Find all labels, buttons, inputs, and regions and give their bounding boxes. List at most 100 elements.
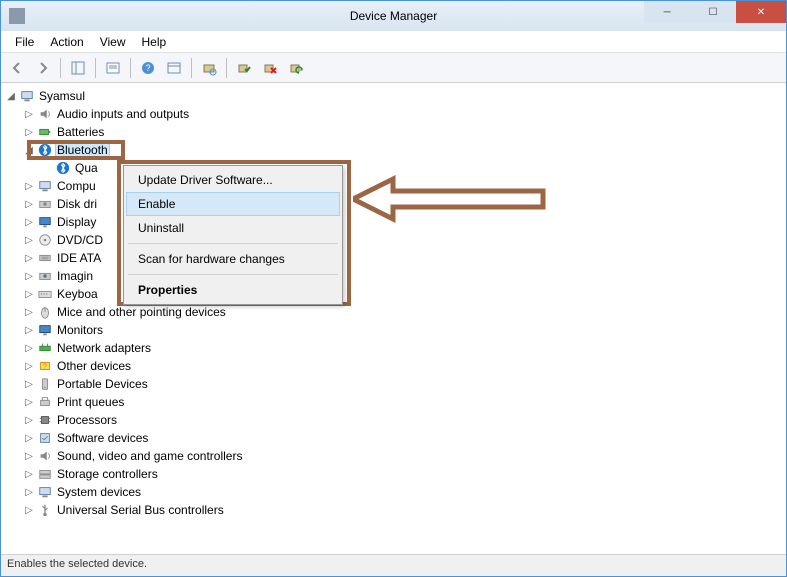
expander-icon[interactable]: ▷ <box>23 451 35 462</box>
mouse-icon <box>37 304 53 320</box>
content-area: ◢Syamsul▷Audio inputs and outputs▷Batter… <box>1 83 786 554</box>
tree-item-label: Universal Serial Bus controllers <box>55 503 226 517</box>
expander-icon[interactable]: ▷ <box>23 487 35 498</box>
statusbar: Enables the selected device. <box>1 554 786 576</box>
tree-item-usb[interactable]: ▷ Universal Serial Bus controllers <box>5 501 782 519</box>
tree-item-sound[interactable]: ▷Sound, video and game controllers <box>5 447 782 465</box>
tree-item-label: Print queues <box>55 395 126 409</box>
expander-icon[interactable]: ▷ <box>23 235 35 246</box>
context-update-driver[interactable]: Update Driver Software... <box>126 168 340 192</box>
close-button[interactable]: ✕ <box>736 1 786 23</box>
show-hide-tree-button[interactable] <box>66 56 90 80</box>
toolbar-separator <box>191 58 192 78</box>
minimize-button[interactable]: ─ <box>644 1 690 23</box>
toolbar-separator <box>95 58 96 78</box>
tree-item-bluetooth[interactable]: Qua <box>5 159 782 177</box>
software-icon <box>37 430 53 446</box>
network-icon <box>37 340 53 356</box>
tree-item-software[interactable]: ▷ Software devices <box>5 429 782 447</box>
tree-item-monitor[interactable]: ▷ Monitors <box>5 321 782 339</box>
tree-item-keyboard[interactable]: ▷ Keyboa <box>5 285 782 303</box>
display-icon <box>37 214 53 230</box>
expander-icon[interactable]: ▷ <box>23 397 35 408</box>
forward-button[interactable] <box>31 56 55 80</box>
tree-item-storage[interactable]: ▷Storage controllers <box>5 465 782 483</box>
tree-item-other[interactable]: ▷?Other devices <box>5 357 782 375</box>
tree-item-cpu[interactable]: ▷Processors <box>5 411 782 429</box>
expander-icon[interactable]: ▷ <box>23 343 35 354</box>
expander-icon[interactable]: ▷ <box>23 181 35 192</box>
context-scan[interactable]: Scan for hardware changes <box>126 247 340 271</box>
system-icon <box>37 484 53 500</box>
status-text: Enables the selected device. <box>7 558 147 570</box>
expander-icon[interactable]: ▷ <box>23 505 35 516</box>
expander-icon[interactable]: ◢ <box>23 145 35 156</box>
tree-item-label: Display <box>55 215 98 229</box>
monitor-icon <box>37 322 53 338</box>
back-button[interactable] <box>5 56 29 80</box>
tree-item-network[interactable]: ▷Network adapters <box>5 339 782 357</box>
expander-icon[interactable]: ▷ <box>23 271 35 282</box>
expander-icon[interactable]: ▷ <box>23 109 35 120</box>
tree-item-label: IDE ATA <box>55 251 103 265</box>
expander-icon[interactable]: ▷ <box>23 469 35 480</box>
menu-help[interactable]: Help <box>134 33 175 51</box>
menu-file[interactable]: File <box>7 33 42 51</box>
menu-view[interactable]: View <box>92 33 134 51</box>
properties-button[interactable] <box>101 56 125 80</box>
tree-item-battery[interactable]: ▷ Batteries <box>5 123 782 141</box>
menu-action[interactable]: Action <box>42 33 91 51</box>
update-driver-button[interactable] <box>284 56 308 80</box>
tree-item-label: Monitors <box>55 323 105 337</box>
enable-button[interactable] <box>232 56 256 80</box>
expander-icon[interactable]: ▷ <box>23 379 35 390</box>
bluetooth-icon <box>37 142 53 158</box>
tree-item-label: Batteries <box>55 125 106 139</box>
uninstall-button[interactable] <box>258 56 282 80</box>
tree-item-label: Keyboa <box>55 287 100 301</box>
tree-item-ide[interactable]: ▷ IDE ATA <box>5 249 782 267</box>
tree-item-display[interactable]: ▷ Display <box>5 213 782 231</box>
tree-item-label: Bluetooth <box>55 142 110 158</box>
tree-item-label: Mice and other pointing devices <box>55 305 228 319</box>
tree-item-label: Software devices <box>55 431 150 445</box>
tree-item-disk[interactable]: ▷Disk dri <box>5 195 782 213</box>
tree-item-system[interactable]: ▷System devices <box>5 483 782 501</box>
tree-item-bluetooth[interactable]: ◢ Bluetooth <box>5 141 782 159</box>
scan-hardware-button[interactable] <box>197 56 221 80</box>
expander-icon[interactable]: ▷ <box>23 325 35 336</box>
expander-icon[interactable]: ▷ <box>23 289 35 300</box>
expander-icon[interactable]: ▷ <box>23 127 35 138</box>
tree-item-imaging[interactable]: ▷ Imagin <box>5 267 782 285</box>
expander-icon[interactable]: ▷ <box>23 361 35 372</box>
sound-icon <box>37 448 53 464</box>
tree-root[interactable]: ◢Syamsul <box>5 87 782 105</box>
device-tree[interactable]: ◢Syamsul▷Audio inputs and outputs▷Batter… <box>5 87 782 519</box>
audio-icon <box>37 106 53 122</box>
tree-item-computer[interactable]: ▷Compu <box>5 177 782 195</box>
tree-item-label: Portable Devices <box>55 377 150 391</box>
maximize-button[interactable]: ☐ <box>690 1 736 23</box>
expander-icon[interactable]: ▷ <box>23 253 35 264</box>
tree-item-dvd[interactable]: ▷DVD/CD <box>5 231 782 249</box>
tree-item-audio[interactable]: ▷Audio inputs and outputs <box>5 105 782 123</box>
expander-icon[interactable]: ▷ <box>23 433 35 444</box>
expander-icon[interactable]: ▷ <box>23 217 35 228</box>
context-uninstall[interactable]: Uninstall <box>126 216 340 240</box>
expander-icon[interactable]: ▷ <box>23 199 35 210</box>
context-enable[interactable]: Enable <box>126 192 340 216</box>
bluetooth-icon <box>55 160 71 176</box>
tree-item-portable[interactable]: ▷ Portable Devices <box>5 375 782 393</box>
window-title: Device Manager <box>350 9 437 23</box>
context-properties[interactable]: Properties <box>126 278 340 302</box>
toolbar-separator <box>226 58 227 78</box>
expander-icon[interactable]: ▷ <box>23 415 35 426</box>
tree-item-mouse[interactable]: ▷ Mice and other pointing devices <box>5 303 782 321</box>
help-button[interactable]: ? <box>136 56 160 80</box>
tree-item-printer[interactable]: ▷ Print queues <box>5 393 782 411</box>
tree-item-label: Imagin <box>55 269 95 283</box>
svg-text:?: ? <box>145 63 150 73</box>
toolbar-button[interactable] <box>162 56 186 80</box>
expander-icon[interactable]: ▷ <box>23 307 35 318</box>
device-manager-window: Device Manager ─ ☐ ✕ File Action View He… <box>0 0 787 577</box>
